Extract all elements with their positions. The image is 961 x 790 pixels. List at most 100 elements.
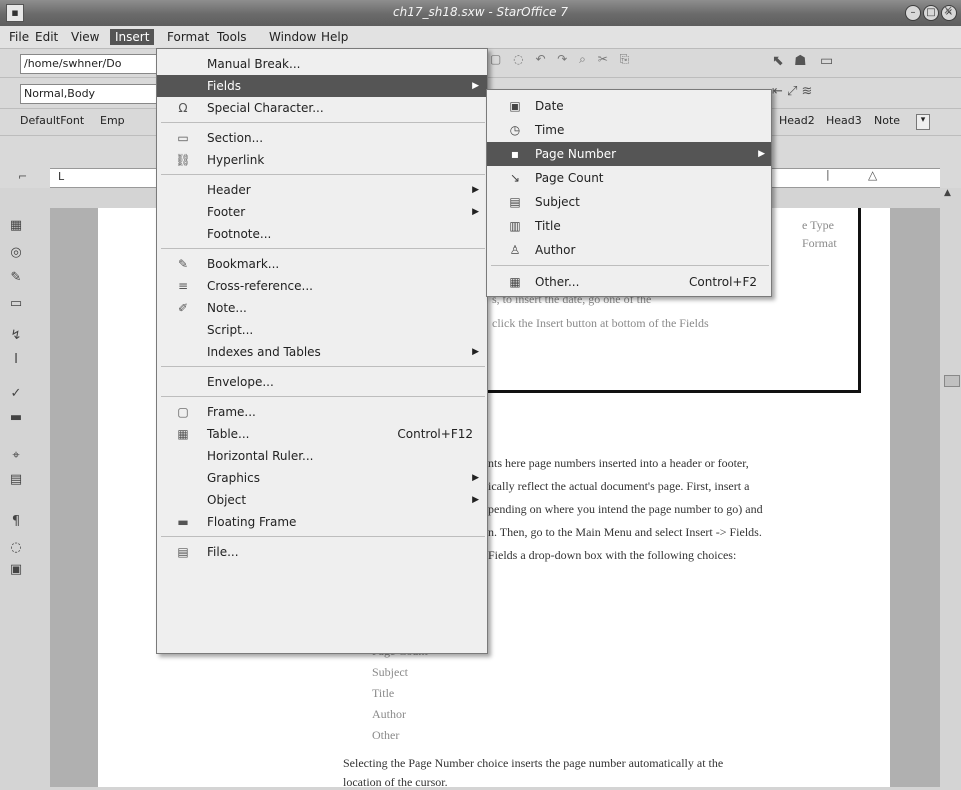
list-item: Title	[372, 686, 395, 700]
insert-menu-item-cross-reference[interactable]: ≡ Cross-reference...	[157, 275, 487, 297]
insert-menu-item-frame[interactable]: ▢ Frame...	[157, 401, 487, 423]
menu-item-label: Footer	[207, 205, 246, 219]
insert-menu-item-header[interactable]: Header ▶	[157, 179, 487, 201]
insert-menu-item-object[interactable]: Object ▶	[157, 489, 487, 511]
style-emp[interactable]: Emp	[100, 114, 125, 127]
fields-menu-item-title[interactable]: ▥ Title	[487, 214, 771, 238]
style-dropdown-icon[interactable]: ▾	[916, 114, 930, 130]
draw-function-icon[interactable]: ✎	[8, 270, 24, 286]
insert-menu-item-hyperlink[interactable]: ⛓ Hyperlink	[157, 149, 487, 171]
text-cursor-icon[interactable]: I	[8, 352, 24, 368]
menu-item-label: Hyperlink	[207, 153, 265, 167]
paragraph-style-field[interactable]: Normal,Body	[20, 84, 161, 104]
autospellcheck-icon[interactable]: ▬	[8, 410, 24, 426]
vertical-scrollbar[interactable]	[940, 188, 961, 787]
tab-stop-icon[interactable]: ⌐	[18, 170, 27, 183]
closing-paragraph-2: location of the cursor.	[343, 775, 448, 789]
url-field[interactable]: /home/swhner/Do	[20, 54, 161, 74]
menu-item-label: Page Count	[535, 171, 604, 185]
edit-autotext-icon[interactable]: ↯	[8, 328, 24, 344]
insert-menu-item-indexes-and-tables[interactable]: Indexes and Tables ▶	[157, 341, 487, 363]
right-indent-icon[interactable]: △	[868, 168, 877, 182]
submenu-arrow-icon: ▶	[472, 347, 479, 357]
menu-item-label: Author	[535, 243, 576, 257]
insert-fields-icon[interactable]: ◎	[8, 245, 24, 261]
fields-menu-item-page-count[interactable]: ↘ Page Count	[487, 166, 771, 190]
find-replace-icon[interactable]: ⌖	[8, 448, 24, 464]
body-text-line: nts here page numbers inserted into a he…	[488, 456, 749, 470]
menu-item-label: Special Character...	[207, 101, 324, 115]
scrollbar-thumb[interactable]	[944, 375, 960, 387]
shortcut-label: Control+F12	[397, 427, 473, 441]
scroll-up-icon[interactable]: ▲	[944, 188, 951, 198]
menu-item-label: Manual Break...	[207, 57, 301, 71]
submenu-arrow-icon: ▶	[472, 207, 479, 217]
form-functions-icon[interactable]: ▭	[8, 296, 24, 312]
online-layout-icon[interactable]: ▤	[8, 472, 24, 488]
style-note[interactable]: Note	[874, 114, 900, 127]
menu-help[interactable]: Help	[316, 29, 353, 45]
frame-text-line: click the Insert button at bottom of the…	[492, 316, 709, 330]
time-icon: ◷	[509, 123, 521, 137]
insert-menu-item-manual-break[interactable]: Manual Break...	[157, 53, 487, 75]
menu-separator	[161, 396, 485, 397]
fields-menu-item-time[interactable]: ◷ Time	[487, 118, 771, 142]
fields-menu-item-page-number[interactable]: ▪ Page Number ▶	[487, 142, 771, 166]
menu-separator	[161, 248, 485, 249]
insert-menu-item-horizontal-ruler[interactable]: Horizontal Ruler...	[157, 445, 487, 467]
body-text-line: Fields a drop-down box with the followin…	[488, 548, 737, 562]
menu-item-label: Table...	[207, 427, 250, 441]
menu-separator	[161, 122, 485, 123]
insert-menu-item-footnote[interactable]: Footnote...	[157, 223, 487, 245]
menu-insert[interactable]: Insert	[110, 29, 155, 45]
list-item: Subject	[372, 665, 408, 679]
insert-toolbar-icon[interactable]: ▦	[8, 218, 24, 234]
style-defaultfont[interactable]: DefaultFont	[20, 114, 84, 127]
insert-menu-item-footer[interactable]: Footer ▶	[157, 201, 487, 223]
insert-menu-item-section[interactable]: ▭ Section...	[157, 127, 487, 149]
datasources-icon[interactable]: ▣	[8, 562, 24, 578]
menu-item-label: Floating Frame	[207, 515, 297, 529]
graphics-off-icon[interactable]: ◌	[8, 540, 24, 556]
insert-menu-item-graphics[interactable]: Graphics ▶	[157, 467, 487, 489]
style-head2[interactable]: Head2	[779, 114, 815, 127]
insert-menu-item-special-character[interactable]: Ω Special Character...	[157, 97, 487, 119]
document-close-icon[interactable]: ×	[943, 3, 953, 17]
menu-format[interactable]: Format	[162, 29, 214, 45]
insert-menu-item-floating-frame[interactable]: ▬ Floating Frame	[157, 511, 487, 533]
nonprinting-chars-icon[interactable]: ¶	[8, 514, 24, 530]
minimize-icon[interactable]: –	[905, 5, 921, 21]
insert-menu: Manual Break... Fields ▶ Ω Special Character…	[156, 48, 488, 654]
fields-submenu: ▣ Date ◷ Time ▪ Page Number ▶ ↘ Page Count ▤ Subje…	[486, 89, 772, 297]
insert-menu-item-note[interactable]: ✐ Note...	[157, 297, 487, 319]
insert-menu-item-file[interactable]: ▤ File...	[157, 541, 487, 563]
insert-menu-item-bookmark[interactable]: ✎ Bookmark...	[157, 253, 487, 275]
menu-tools[interactable]: Tools	[212, 29, 252, 45]
fields-menu-item-author[interactable]: ♙ Author	[487, 238, 771, 262]
insert-menu-item-table[interactable]: ▦ Table... Control+F12	[157, 423, 487, 445]
menu-view[interactable]: View	[66, 29, 104, 45]
indent-icon[interactable]: ⇤ ⤢ ≋	[772, 84, 812, 99]
gallery-icon[interactable]: ☗	[794, 53, 807, 69]
fields-menu-item-other[interactable]: ▦ Other... Control+F2	[487, 270, 771, 294]
toolbar1-icon-strip[interactable]: ▢ ◌ ↶ ↷ ⌕ ✂ ⎘	[490, 52, 770, 74]
menu-window[interactable]: Window	[264, 29, 321, 45]
insert-menu-item-envelope[interactable]: Envelope...	[157, 371, 487, 393]
fields-menu-item-subject[interactable]: ▤ Subject	[487, 190, 771, 214]
style-head3[interactable]: Head3	[826, 114, 862, 127]
menu-item-label: Date	[535, 99, 564, 113]
insert-menu-item-script[interactable]: Script...	[157, 319, 487, 341]
draw-icon[interactable]: ⬉	[772, 53, 784, 69]
maximize-icon[interactable]: □	[923, 5, 939, 21]
menu-edit[interactable]: Edit	[30, 29, 63, 45]
fields-menu-item-date[interactable]: ▣ Date	[487, 94, 771, 118]
menu-item-label: Cross-reference...	[207, 279, 313, 293]
menu-item-label: Graphics	[207, 471, 260, 485]
bookmark-icon: ✎	[177, 257, 189, 271]
menu-item-label: Time	[535, 123, 565, 137]
spellcheck-icon[interactable]: ✓	[8, 386, 24, 402]
menu-item-label: Subject	[535, 195, 580, 209]
left-tab-icon[interactable]: L	[58, 170, 64, 183]
navigator-icon[interactable]: ▭	[820, 53, 833, 69]
insert-menu-item-fields[interactable]: Fields ▶	[157, 75, 487, 97]
